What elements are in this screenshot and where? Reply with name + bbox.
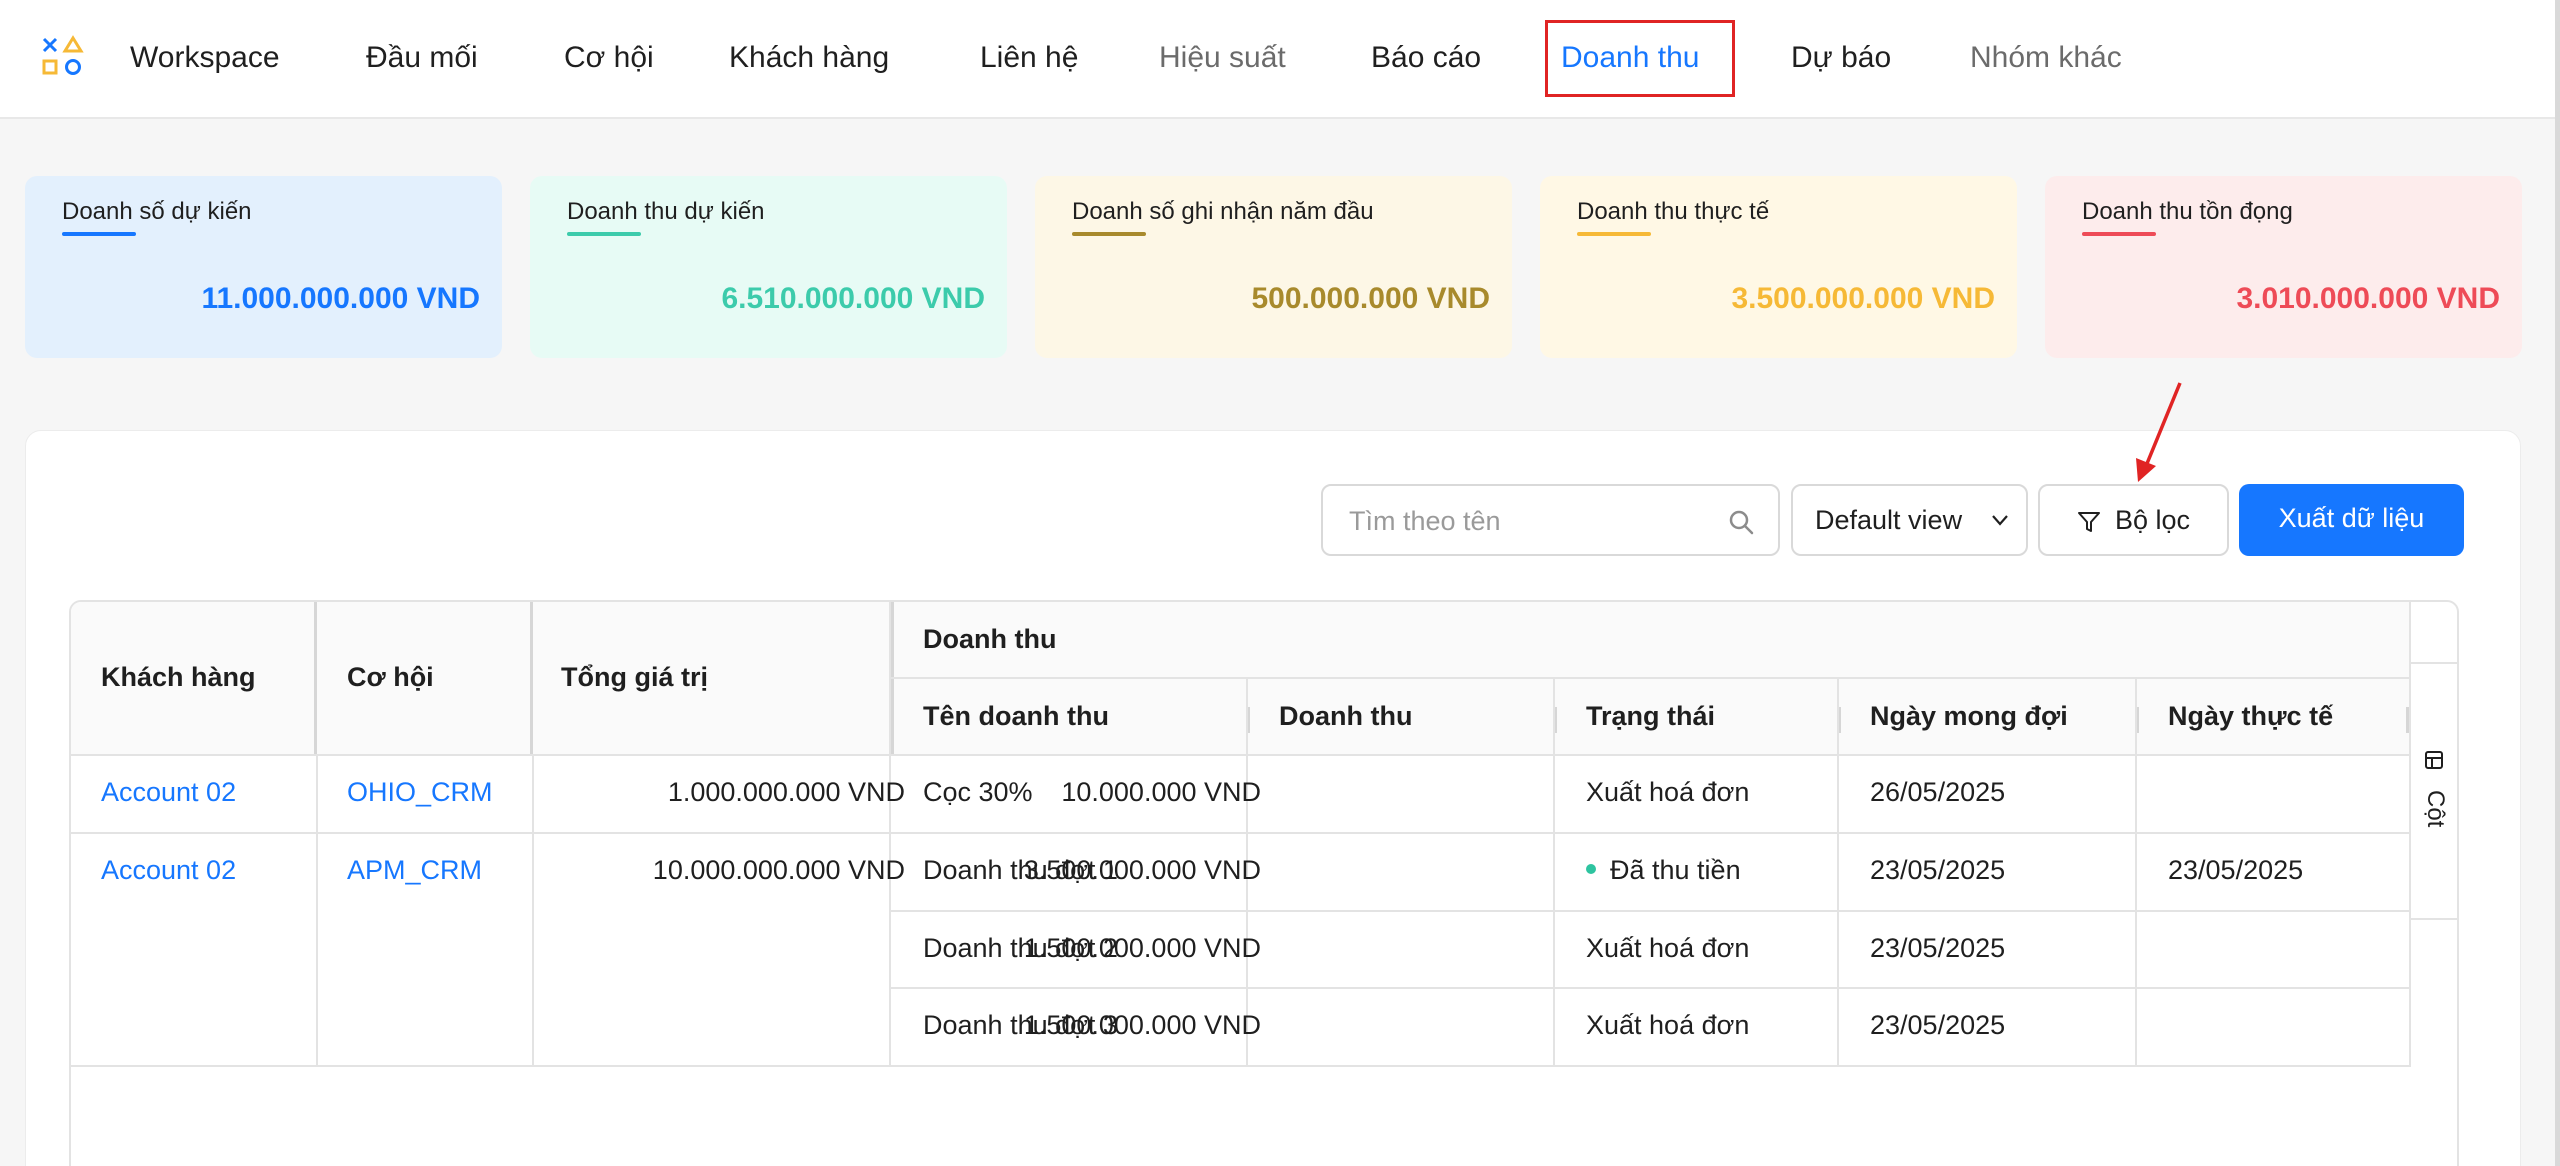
summary-card-expected-sales: Doanh số dự kiến 11.000.000.000 VND xyxy=(25,176,502,358)
opportunity-link[interactable]: OHIO_CRM xyxy=(347,777,493,808)
revenue-amount-cell: 1.500.000.000 VND xyxy=(1023,1010,1261,1040)
summary-card-underline xyxy=(567,232,641,236)
table-divider xyxy=(1837,677,1839,1065)
table-divider xyxy=(1553,677,1555,1065)
summary-card-underline xyxy=(2082,232,2156,236)
summary-card-underline xyxy=(62,232,136,236)
column-header-opportunity[interactable]: Cơ hội xyxy=(347,662,434,693)
table-divider xyxy=(71,754,2411,756)
column-header-expected-date[interactable]: Ngày mong đợi xyxy=(1870,701,2068,732)
nav-item-customers[interactable]: Khách hàng xyxy=(729,0,889,119)
summary-card-underline xyxy=(1577,232,1651,236)
nav-item-opportunities[interactable]: Cơ hội xyxy=(564,0,654,119)
table-divider xyxy=(316,754,318,1065)
export-data-button[interactable]: Xuất dữ liệu xyxy=(2239,484,2464,556)
table-divider xyxy=(889,987,2411,989)
expected-date-cell: 23/05/2025 xyxy=(1870,855,2006,885)
summary-card-title: Doanh thu thực tế xyxy=(1577,198,1770,225)
expected-date-cell: 23/05/2025 xyxy=(1870,1010,2006,1040)
top-navigation: Workspace Đầu mối Cơ hội Khách hàng Liên… xyxy=(0,0,2560,119)
status-cell: Xuất hoá đơn xyxy=(1586,1010,1750,1040)
summary-card-title: Doanh số ghi nhận năm đầu xyxy=(1072,198,1374,225)
summary-card-title: Doanh thu tồn đọng xyxy=(2082,198,2293,225)
nav-item-leads[interactable]: Đầu mối xyxy=(366,0,478,119)
nav-item-other-groups[interactable]: Nhóm khác xyxy=(1970,0,2122,119)
total-value-cell: 1.000.000.000 VND xyxy=(667,777,905,807)
active-tab-highlight xyxy=(1545,20,1735,97)
column-header-customer[interactable]: Khách hàng xyxy=(101,662,256,693)
view-select-label: Default view xyxy=(1815,505,1963,535)
nav-item-contacts[interactable]: Liên hệ xyxy=(980,0,1078,119)
column-resize-handle[interactable] xyxy=(530,602,533,755)
total-value-cell: 10.000.000.000 VND xyxy=(652,855,905,885)
table-divider xyxy=(2135,677,2137,1065)
revenue-amount-cell: 3.500.000.000 VND xyxy=(1023,855,1261,885)
table-divider xyxy=(71,832,2411,834)
status-cell: Xuất hoá đơn xyxy=(1586,777,1750,807)
filter-button-label: Bộ lọc xyxy=(2115,505,2191,535)
nav-item-performance[interactable]: Hiệu suất xyxy=(1159,0,1286,119)
summary-card-value: 3.010.000.000 VND xyxy=(2236,282,2500,315)
search-input[interactable] xyxy=(1349,500,1709,542)
nav-item-reports[interactable]: Báo cáo xyxy=(1371,0,1481,119)
table-divider xyxy=(889,910,2411,912)
status-cell: Đã thu tiền xyxy=(1586,855,1741,886)
revenue-amount-cell: 10.000.000 VND xyxy=(1061,777,1261,807)
nav-item-workspace[interactable]: Workspace xyxy=(130,0,280,119)
summary-card-value: 6.510.000.000 VND xyxy=(721,282,985,315)
expected-date-cell: 26/05/2025 xyxy=(1870,777,2006,807)
summary-card-title: Doanh thu dự kiến xyxy=(567,198,765,225)
table-divider xyxy=(889,677,2411,679)
columns-panel-label: Cột xyxy=(2422,790,2449,828)
summary-card-outstanding-revenue: Doanh thu tồn đọng 3.010.000.000 VND xyxy=(2045,176,2522,358)
app-logo-icon[interactable] xyxy=(40,34,86,80)
revenue-name-cell: Cọc 30% xyxy=(923,777,1033,807)
table-divider xyxy=(532,754,534,1065)
revenue-amount-cell: 1.500.000.000 VND xyxy=(1023,933,1261,963)
columns-panel-toggle[interactable]: Cột xyxy=(2409,662,2457,920)
summary-card-expected-revenue: Doanh thu dự kiến 6.510.000.000 VND xyxy=(530,176,1007,358)
view-select[interactable]: Default view xyxy=(1791,484,2028,556)
export-button-label: Xuất dữ liệu xyxy=(2278,503,2425,533)
filter-button[interactable]: Bộ lọc xyxy=(2038,484,2229,556)
column-header-revenue-amount[interactable]: Doanh thu xyxy=(1279,701,1412,732)
table-divider xyxy=(71,1065,2411,1067)
search-box[interactable] xyxy=(1321,484,1780,556)
opportunity-link[interactable]: APM_CRM xyxy=(347,855,482,886)
revenue-table: Khách hàng Cơ hội Tổng giá trị Doanh thu… xyxy=(69,600,2459,1166)
chevron-down-icon xyxy=(1992,515,2008,526)
column-resize-handle[interactable] xyxy=(314,602,317,755)
status-dot-icon xyxy=(1586,863,1596,874)
column-header-status[interactable]: Trạng thái xyxy=(1586,701,1715,732)
summary-card-title: Doanh số dự kiến xyxy=(62,198,252,225)
summary-card-value: 11.000.000.000 VND xyxy=(201,282,480,315)
arrow-annotation-icon xyxy=(2136,382,2182,482)
table-divider xyxy=(889,602,891,1065)
summary-card-underline xyxy=(1072,232,1146,236)
customer-link[interactable]: Account 02 xyxy=(101,777,236,808)
search-icon[interactable] xyxy=(1727,508,1755,536)
customer-link[interactable]: Account 02 xyxy=(101,855,236,886)
column-header-revenue-name[interactable]: Tên doanh thu xyxy=(923,701,1109,732)
column-header-total-value[interactable]: Tổng giá trị xyxy=(561,662,708,693)
summary-card-first-year-sales: Doanh số ghi nhận năm đầu 500.000.000 VN… xyxy=(1035,176,1512,358)
actual-date-cell: 23/05/2025 xyxy=(2168,855,2304,885)
page-scrollbar[interactable] xyxy=(2555,0,2560,1166)
summary-card-actual-revenue: Doanh thu thực tế 3.500.000.000 VND xyxy=(1540,176,2017,358)
summary-card-value: 500.000.000 VND xyxy=(1251,282,1490,315)
column-header-actual-date[interactable]: Ngày thực tế xyxy=(2168,701,2333,732)
columns-icon xyxy=(2425,751,2443,769)
status-cell: Xuất hoá đơn xyxy=(1586,933,1750,963)
nav-item-forecast[interactable]: Dự báo xyxy=(1791,0,1891,119)
filter-icon xyxy=(2078,512,2100,532)
status-text: Đã thu tiền xyxy=(1610,855,1741,885)
column-group-header-revenue: Doanh thu xyxy=(923,624,1057,654)
expected-date-cell: 23/05/2025 xyxy=(1870,933,2006,963)
summary-card-value: 3.500.000.000 VND xyxy=(1731,282,1995,315)
